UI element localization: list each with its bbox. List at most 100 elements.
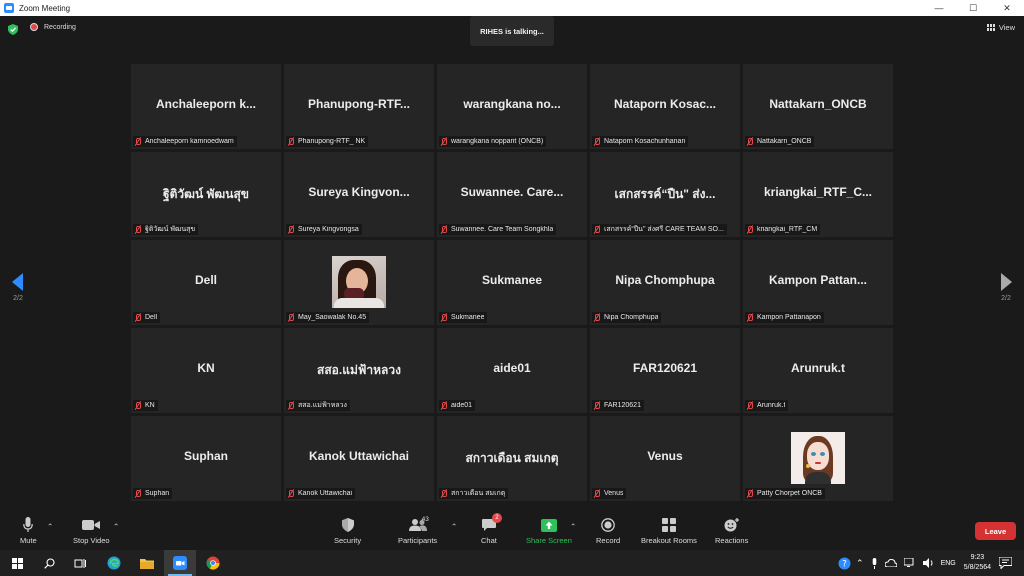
participant-name-tag: Venus — [592, 488, 627, 499]
zoom-app-taskbar[interactable] — [164, 550, 196, 576]
video-options-caret[interactable]: ⌃ — [113, 522, 119, 531]
participant-name-tag: Sukmanee — [439, 312, 488, 323]
participant-tile[interactable]: ฐิติวัฒน์ พัฒนสุข ฐิติวัฒน์ พัฒนสุข — [131, 152, 281, 237]
previous-page-button[interactable]: 2/2 — [8, 273, 28, 302]
participant-name-tag: Suphan — [133, 488, 173, 499]
shield-check-icon[interactable] — [8, 24, 18, 35]
windows-taskbar: ? ⌃ ENG 9:23 5/8/2564 — [0, 550, 1024, 576]
participant-tile[interactable]: Phanupong-RTF... Phanupong-RTF_ NK — [284, 64, 434, 149]
chevron-up-icon[interactable]: ⌃ — [856, 558, 864, 569]
leave-button[interactable]: Leave — [975, 522, 1016, 540]
file-explorer-app[interactable] — [131, 550, 163, 576]
muted-microphone-icon — [133, 313, 142, 322]
reactions-button[interactable]: Reactions — [715, 516, 748, 545]
input-language[interactable]: ENG — [941, 560, 956, 567]
participant-tile[interactable]: warangkana no... warangkana nopparit (ONC… — [437, 64, 587, 149]
chat-button[interactable]: 2 Chat — [481, 513, 502, 545]
participant-tile[interactable]: KN KN — [131, 328, 281, 413]
close-button[interactable]: ✕ — [990, 0, 1024, 16]
participant-tile[interactable]: Nattakarn_ONCB Nattakarn_ONCB — [743, 64, 893, 149]
participant-tile[interactable]: Sukmanee Sukmanee — [437, 240, 587, 325]
chat-label: Chat — [481, 536, 497, 545]
minimize-button[interactable]: — — [922, 0, 956, 16]
recording-indicator[interactable]: Recording — [30, 23, 76, 31]
zoom-app-icon — [4, 3, 14, 13]
participant-name-tag: FAR120621 — [592, 400, 644, 411]
participant-tile[interactable]: Arunruk.t Arunruk.t — [743, 328, 893, 413]
participants-button[interactable]: 43 Participants — [398, 516, 437, 545]
network-icon[interactable] — [903, 558, 916, 568]
participant-tile[interactable]: Sureya Kingvon... Sureya Kingvongsa — [284, 152, 434, 237]
participant-display-name: Phanupong-RTF... — [308, 97, 410, 111]
participant-display-name: aide01 — [493, 361, 531, 375]
share-screen-button[interactable]: Share Screen — [526, 516, 572, 545]
breakout-rooms-button[interactable]: Breakout Rooms — [641, 516, 697, 545]
mute-button[interactable]: Mute — [20, 516, 37, 545]
muted-microphone-icon — [286, 225, 295, 234]
notifications-icon[interactable] — [999, 557, 1012, 569]
participant-tile[interactable]: Dell Dell — [131, 240, 281, 325]
participant-tile[interactable]: สสอ.แม่ฟ้าหลวง สสอ.แม่ฟ้าหลวง — [284, 328, 434, 413]
participant-tile[interactable]: FAR120621 FAR120621 — [590, 328, 740, 413]
participant-display-name: Anchaleeporn k... — [155, 97, 257, 111]
page-indicator-right: 2/2 — [1001, 295, 1011, 302]
view-label: View — [998, 23, 1015, 32]
participant-tile[interactable]: Nipa Chomphupa Nipa Chomphupa — [590, 240, 740, 325]
participant-tile[interactable]: aide01 aide01 — [437, 328, 587, 413]
participant-name-label: kriangkai_RTF_CM — [757, 226, 818, 233]
participant-video-thumbnail — [791, 432, 845, 484]
chrome-app[interactable] — [197, 550, 229, 576]
participant-name-tag: Nattakarn_ONCB — [745, 136, 815, 147]
muted-microphone-icon — [286, 313, 295, 322]
participant-name-tag: Patty Chorpet ONCB — [745, 488, 825, 499]
audio-options-caret[interactable]: ⌃ — [47, 522, 53, 531]
participant-name-tag: สสอ.แม่ฟ้าหลวง — [286, 400, 350, 411]
muted-microphone-icon — [745, 489, 754, 498]
chevron-up-icon: ⌃ — [47, 522, 54, 531]
participant-tile[interactable]: Patty Chorpet ONCB — [743, 416, 893, 501]
participant-tile[interactable]: kriangkai_RTF_C... kriangkai_RTF_CM — [743, 152, 893, 237]
participant-tile[interactable]: Nataporn Kosac... Nataporn Kosachunhanan — [590, 64, 740, 149]
start-button[interactable] — [0, 550, 34, 576]
participant-tile[interactable]: May_Saowalak No.45 — [284, 240, 434, 325]
participant-tile[interactable]: Kanok Uttawichai Kanok Uttawichai — [284, 416, 434, 501]
participant-name-tag: สกาวเดือน สมเกตุ — [439, 488, 509, 499]
search-button[interactable] — [34, 550, 64, 576]
smiley-plus-icon — [724, 518, 739, 532]
participant-display-name: Sureya Kingvon... — [308, 185, 410, 199]
participant-display-name: Suphan — [184, 449, 228, 463]
system-clock[interactable]: 9:23 5/8/2564 — [964, 553, 991, 573]
participant-tile[interactable]: เสกสรรค์“ปืน" ส่ง... เสกสรรค์“ปืน" ส่งศรี… — [590, 152, 740, 237]
onedrive-cloud-icon[interactable] — [884, 559, 897, 567]
participant-tile[interactable]: Venus Venus — [590, 416, 740, 501]
muted-microphone-icon — [133, 225, 142, 234]
next-page-button[interactable]: 2/2 — [996, 273, 1016, 302]
participant-tile[interactable]: สกาวเดือน สมเกตุ สกาวเดือน สมเกตุ — [437, 416, 587, 501]
muted-microphone-icon — [592, 313, 601, 322]
help-icon[interactable]: ? — [838, 557, 851, 570]
share-options-caret[interactable]: ⌃ — [570, 522, 576, 531]
participants-options-caret[interactable]: ⌃ — [451, 522, 457, 531]
edge-browser-icon — [107, 556, 121, 570]
security-label: Security — [334, 536, 362, 545]
record-button[interactable]: Record — [596, 516, 620, 545]
participant-name-label: Arunruk.t — [757, 402, 786, 409]
participant-name-label: May_Saowalak No.45 — [298, 314, 367, 321]
participant-tile[interactable]: Anchaleeporn k... Anchaleeporn kamnoedwam — [131, 64, 281, 149]
muted-microphone-icon — [745, 225, 754, 234]
participant-name-label: สสอ.แม่ฟ้าหลวง — [298, 402, 347, 409]
participant-tile[interactable]: Kampon Pattan... Kampon Pattanapon — [743, 240, 893, 325]
stop-video-button[interactable]: Stop Video — [73, 516, 110, 545]
security-button[interactable]: Security — [334, 516, 361, 545]
microphone-tray-icon[interactable] — [871, 557, 878, 569]
maximize-button[interactable]: ☐ — [956, 0, 990, 16]
edge-app[interactable] — [98, 550, 130, 576]
clock-date: 5/8/2564 — [963, 564, 991, 571]
participant-tile[interactable]: Suphan Suphan — [131, 416, 281, 501]
view-button[interactable]: View — [986, 23, 1015, 32]
participant-name-tag: Anchaleeporn kamnoedwam — [133, 136, 237, 147]
participant-tile[interactable]: Suwannee. Care... Suwannee. Care Team Son… — [437, 152, 587, 237]
volume-icon[interactable] — [922, 558, 934, 568]
participant-display-name: สสอ.แม่ฟ้าหลวง — [317, 363, 401, 377]
task-view-button[interactable] — [64, 550, 96, 576]
